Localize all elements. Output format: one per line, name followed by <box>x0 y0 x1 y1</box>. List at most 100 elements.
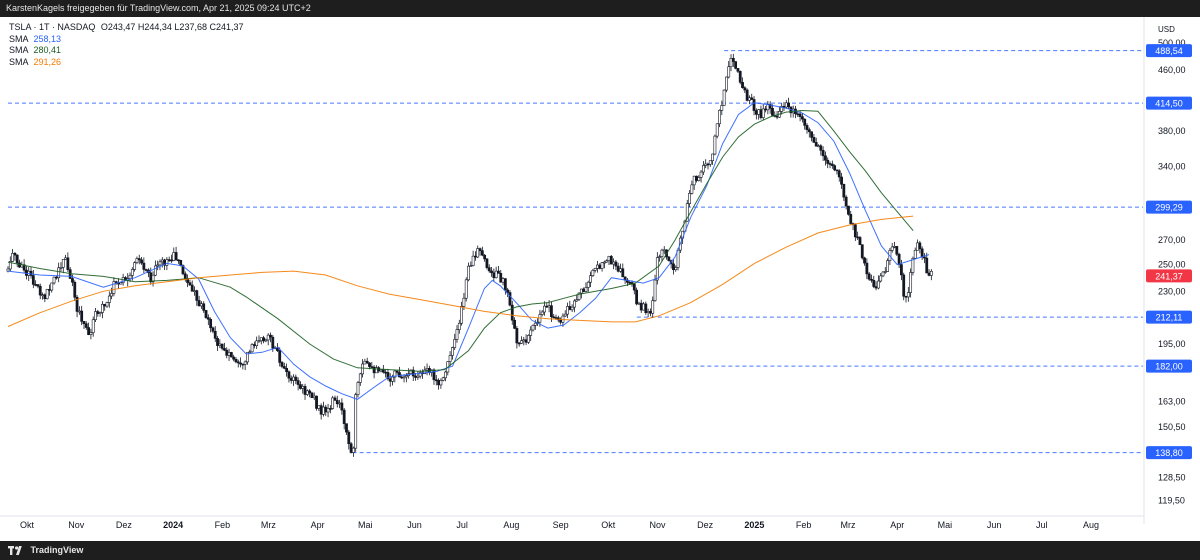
candle-up <box>255 340 259 346</box>
candle-down <box>738 71 742 83</box>
candle-down <box>515 328 519 344</box>
candle-down <box>865 262 869 275</box>
candle-up <box>600 262 604 269</box>
candle-down <box>644 303 648 314</box>
candle-up <box>607 255 611 262</box>
candle-up <box>165 259 169 266</box>
candle-up <box>711 153 714 162</box>
price-tick-label: 250,00 <box>1158 260 1186 270</box>
candle-up <box>722 89 726 106</box>
candle-down <box>271 336 275 349</box>
footer-bar: TradingView <box>0 541 1200 560</box>
time-tick-label: Okt <box>20 520 35 530</box>
candle-up <box>757 109 761 115</box>
candle-down <box>34 284 38 286</box>
candle-up <box>605 260 609 263</box>
candle-down <box>508 292 512 306</box>
candle-down <box>232 356 236 360</box>
candle-up <box>593 268 597 271</box>
candle-down <box>741 82 744 88</box>
candle-down <box>485 258 489 268</box>
price-tick-label: 195,00 <box>1158 339 1186 349</box>
candle-up <box>130 269 134 276</box>
candle-down <box>333 397 337 401</box>
candle-down <box>73 281 77 298</box>
sma-line-2[interactable] <box>7 109 914 372</box>
candle-down <box>296 380 300 385</box>
candle-down <box>734 61 738 69</box>
candle-down <box>927 272 931 276</box>
candle-up <box>317 405 321 409</box>
candle-down <box>225 349 229 356</box>
candle-up <box>135 258 139 263</box>
candle-down <box>197 300 201 307</box>
candle-down <box>289 377 293 381</box>
candle-up <box>61 259 65 268</box>
level-price-label: 488,54 <box>1155 46 1183 56</box>
candle-up <box>520 340 523 344</box>
candle-up <box>460 305 464 324</box>
time-tick-label: Jul <box>456 520 468 530</box>
candle-up <box>566 306 569 315</box>
candle-down <box>752 99 756 111</box>
candle-up <box>929 270 933 276</box>
candle-down <box>821 150 825 157</box>
level-price-label: 138,80 <box>1155 448 1183 458</box>
candle-up <box>570 306 574 311</box>
candle-up <box>469 265 473 267</box>
candle-up <box>637 302 641 305</box>
candle-down <box>342 409 346 424</box>
candle-down <box>867 273 871 280</box>
candle-down <box>285 367 289 373</box>
candle-down <box>814 142 818 147</box>
price-chart[interactable]: 500,00460,00380,00340,00270,00250,00230,… <box>0 17 1200 540</box>
candle-down <box>764 108 767 111</box>
candle-up <box>718 110 721 125</box>
candle-down <box>31 275 35 285</box>
candle-up <box>909 272 913 293</box>
candle-down <box>388 378 392 382</box>
candle-down <box>480 250 484 256</box>
candle-down <box>731 58 735 62</box>
candle-up <box>526 335 530 343</box>
candle-down <box>345 423 348 433</box>
candle-down <box>918 242 922 250</box>
time-tick-label: 2025 <box>744 520 764 530</box>
candle-up <box>457 322 461 330</box>
candle-down <box>800 116 804 120</box>
time-tick-label: Nov <box>649 520 666 530</box>
candle-down <box>478 248 482 251</box>
time-tick-label: Dez <box>116 520 133 530</box>
candle-up <box>77 310 81 313</box>
candle-up <box>107 295 111 303</box>
time-tick-label: Okt <box>601 520 616 530</box>
candle-down <box>649 311 652 314</box>
candle-down <box>628 282 632 284</box>
candle-down <box>239 362 242 365</box>
candle-up <box>101 303 104 313</box>
candle-up <box>41 294 44 297</box>
candle-up <box>642 303 645 311</box>
sma-line-1[interactable] <box>7 102 930 400</box>
candle-up <box>704 163 708 166</box>
candle-down <box>750 97 754 100</box>
candle-down <box>167 259 171 261</box>
candle-down <box>621 268 625 278</box>
candle-down <box>223 348 226 351</box>
candle-down <box>84 323 88 328</box>
candle-up <box>464 279 468 299</box>
candle-up <box>322 406 325 415</box>
candle-up <box>264 339 268 342</box>
candle-up <box>153 265 157 276</box>
candle-down <box>82 321 86 325</box>
candle-down <box>510 304 514 321</box>
candle-up <box>494 270 498 279</box>
candle-down <box>826 159 830 164</box>
candle-up <box>713 135 717 155</box>
candle-down <box>870 278 873 281</box>
candle-down <box>743 87 747 91</box>
candle-down <box>299 384 302 389</box>
candle-down <box>771 108 774 116</box>
candle-up <box>655 257 659 281</box>
candle-up <box>439 380 443 386</box>
